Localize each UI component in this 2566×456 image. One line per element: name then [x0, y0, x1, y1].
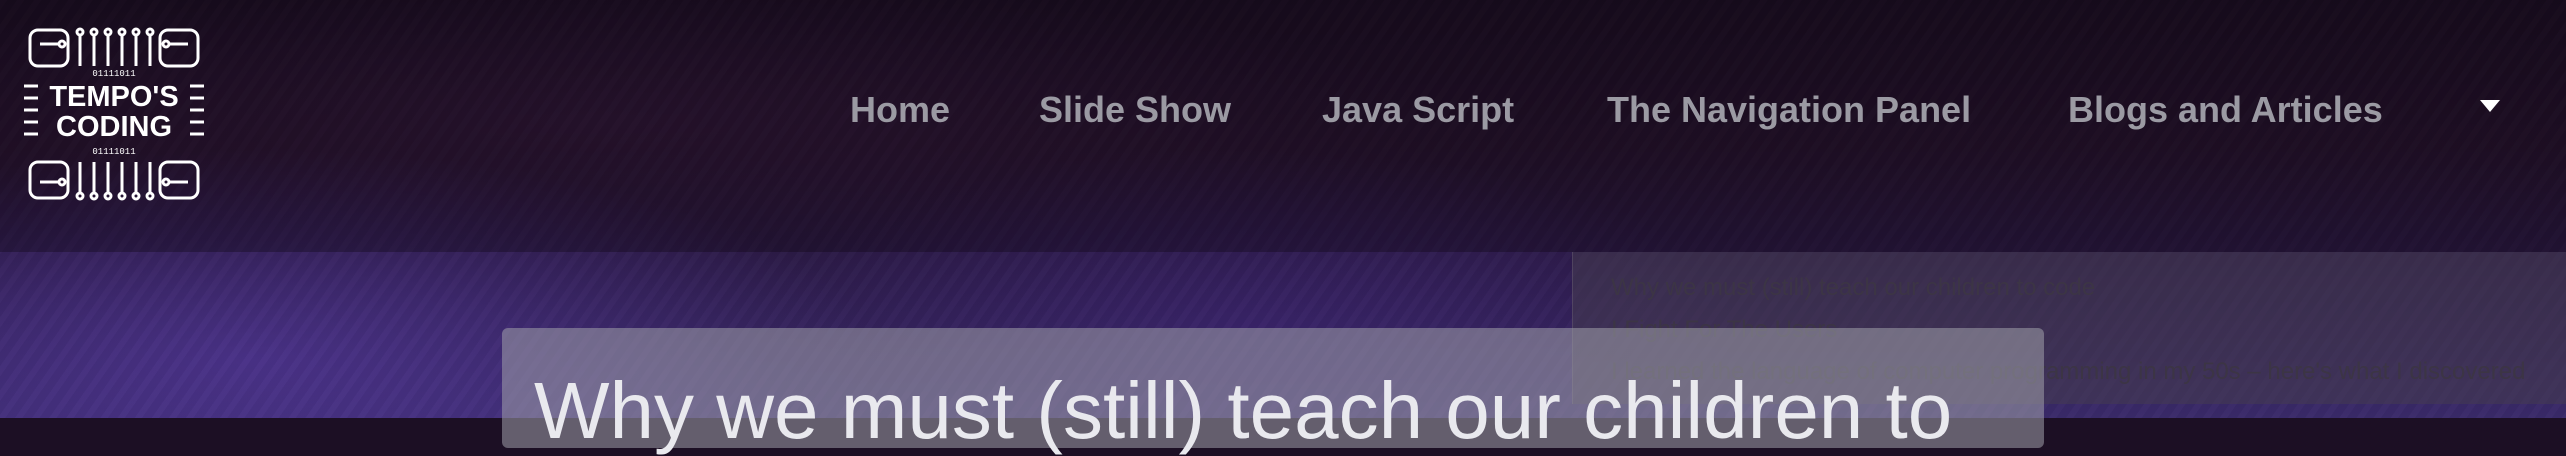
- nav-navigation-panel[interactable]: The Navigation Panel: [1607, 88, 1971, 132]
- nav-java-script[interactable]: Java Script: [1322, 88, 1514, 132]
- svg-text:01111011: 01111011: [92, 69, 135, 79]
- main-nav: Home Slide Show Java Script The Navigati…: [0, 88, 2566, 132]
- hero-title: Why we must (still) teach our children t…: [534, 366, 1953, 455]
- nav-blogs-articles[interactable]: Blogs and Articles: [2068, 88, 2383, 132]
- caret-down-icon[interactable]: [2478, 98, 2502, 114]
- nav-slide-show[interactable]: Slide Show: [1039, 88, 1231, 132]
- nav-home[interactable]: Home: [850, 88, 950, 132]
- svg-text:01111011: 01111011: [92, 147, 135, 157]
- dropdown-link-teach-children[interactable]: Why we must (still) teach our children t…: [1611, 274, 2095, 302]
